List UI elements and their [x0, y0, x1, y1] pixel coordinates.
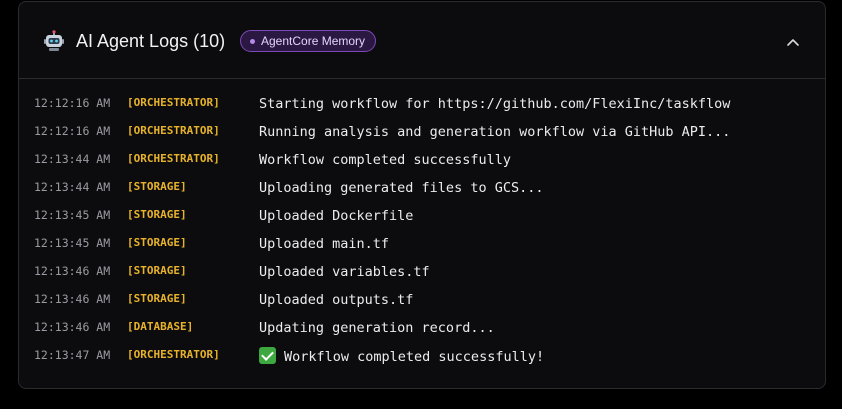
badge-dot-icon [250, 39, 255, 44]
log-row: 12:13:45 AM [STORAGE] Uploaded Dockerfile [19, 204, 825, 232]
log-row: 12:13:46 AM [STORAGE] Uploaded variables.t… [19, 260, 825, 288]
log-agent-tag: [STORAGE] [127, 180, 187, 193]
log-list: 12:12:16 AM [ORCHESTRATOR] Starting workfl… [19, 92, 825, 372]
log-message: Uploaded variables.tf [259, 263, 430, 281]
log-agent-tag: [ORCHESTRATOR] [127, 152, 220, 165]
log-message: Uploading generated files to GCS... [259, 179, 543, 197]
memory-badge: AgentCore Memory [240, 30, 377, 52]
log-timestamp: 12:13:47 AM [34, 348, 111, 362]
log-agent-tag: [ORCHESTRATOR] [127, 348, 220, 361]
log-message-text: Uploaded variables.tf [259, 264, 430, 280]
log-message-text: Uploaded outputs.tf [259, 292, 414, 308]
log-agent-tag: [STORAGE] [127, 208, 187, 221]
log-row: 12:13:47 AM [ORCHESTRATOR] Workflow comple… [19, 344, 825, 372]
log-timestamp: 12:13:46 AM [34, 320, 111, 334]
check-mark-icon [259, 347, 276, 364]
log-message-text: Starting workflow for https://github.com… [259, 96, 731, 112]
log-message: Workflow completed successfully! [259, 347, 544, 366]
log-row: 12:13:46 AM [STORAGE] Uploaded outputs.tf [19, 288, 825, 316]
log-timestamp: 12:13:44 AM [34, 152, 111, 166]
log-message: Updating generation record... [259, 319, 495, 337]
log-message: Uploaded main.tf [259, 235, 389, 253]
log-row: 12:12:16 AM [ORCHESTRATOR] Running analysi… [19, 120, 825, 148]
log-agent-tag: [STORAGE] [127, 292, 187, 305]
chevron-up-icon[interactable] [781, 30, 805, 54]
log-timestamp: 12:13:46 AM [34, 264, 111, 278]
log-row: 12:13:44 AM [ORCHESTRATOR] Workflow comple… [19, 148, 825, 176]
log-agent-tag: [STORAGE] [127, 236, 187, 249]
log-message-text: Uploaded main.tf [259, 236, 390, 252]
log-message: Uploaded Dockerfile [259, 207, 413, 225]
log-row: 12:13:45 AM [STORAGE] Uploaded main.tf [19, 232, 825, 260]
log-row: 12:13:46 AM [DATABASE] Updating generation… [19, 316, 825, 344]
log-agent-tag: [DATABASE] [127, 320, 194, 333]
panel-title: AI Agent Logs (10) [76, 31, 226, 51]
log-agent-tag: [STORAGE] [127, 264, 187, 277]
log-message-text: Running analysis and generation workflow… [259, 124, 731, 140]
log-message: Uploaded outputs.tf [259, 291, 413, 309]
log-timestamp: 12:13:45 AM [34, 208, 111, 222]
agent-logs-panel: AI Agent Logs (10) AgentCore Memory 12:1… [18, 1, 826, 389]
panel-header[interactable]: AI Agent Logs (10) AgentCore Memory [19, 2, 825, 79]
log-agent-tag: [ORCHESTRATOR] [127, 96, 220, 109]
log-timestamp: 12:12:16 AM [34, 96, 111, 110]
log-message-text: Workflow completed successfully [259, 152, 511, 168]
log-message-text: Uploading generated files to GCS... [259, 180, 544, 196]
log-message: Starting workflow for https://github.com… [259, 95, 730, 113]
log-timestamp: 12:12:16 AM [34, 124, 111, 138]
log-message-text: Workflow completed successfully! [284, 349, 545, 365]
log-message-text: Uploaded Dockerfile [259, 208, 414, 224]
robot-icon [44, 30, 64, 51]
log-message: Workflow completed successfully [259, 151, 511, 169]
log-timestamp: 12:13:44 AM [34, 180, 111, 194]
log-message-text: Updating generation record... [259, 320, 495, 336]
log-agent-tag: [ORCHESTRATOR] [127, 124, 220, 137]
log-row: 12:13:44 AM [STORAGE] Uploading generated … [19, 176, 825, 204]
log-message: Running analysis and generation workflow… [259, 123, 730, 141]
log-timestamp: 12:13:46 AM [34, 292, 111, 306]
log-timestamp: 12:13:45 AM [34, 236, 111, 250]
log-row: 12:12:16 AM [ORCHESTRATOR] Starting workfl… [19, 92, 825, 120]
badge-label: AgentCore Memory [261, 34, 366, 48]
